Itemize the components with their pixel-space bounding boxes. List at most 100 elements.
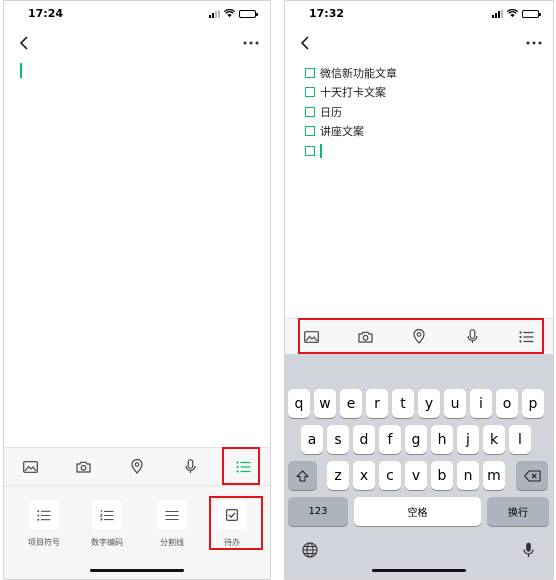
- nav-bar: [285, 31, 553, 55]
- location-button[interactable]: [401, 321, 437, 353]
- list-format-button[interactable]: [508, 321, 544, 353]
- signal-icon: [209, 9, 220, 18]
- left-phone-screen: 17:24 项目符号 数字编码 分割线 待办: [3, 0, 271, 580]
- todo-checkbox[interactable]: [305, 145, 315, 156]
- return-key[interactable]: 换行: [487, 497, 549, 526]
- status-bar: 17:32: [285, 1, 553, 29]
- key-m[interactable]: m: [483, 461, 505, 490]
- todo-item[interactable]: 讲座文案: [305, 122, 397, 142]
- numbers-key[interactable]: 123: [288, 497, 348, 526]
- editor-toolbar: [4, 447, 270, 485]
- more-options-button[interactable]: [523, 33, 545, 53]
- microphone-icon: [522, 542, 534, 557]
- key-v[interactable]: v: [405, 461, 427, 490]
- camera-button[interactable]: [66, 451, 102, 483]
- todo-item-new[interactable]: [305, 141, 397, 161]
- bullet-list-icon: [37, 509, 51, 521]
- format-label: 数字编码: [91, 538, 123, 547]
- camera-button[interactable]: [347, 321, 383, 353]
- todo-text[interactable]: 讲座文案: [320, 123, 364, 139]
- back-button[interactable]: [295, 33, 315, 53]
- key-a[interactable]: a: [301, 425, 323, 454]
- status-time: 17:24: [28, 7, 64, 20]
- language-switch-button[interactable]: [301, 541, 319, 559]
- todo-text[interactable]: 日历: [320, 104, 342, 120]
- space-key[interactable]: 空格: [354, 497, 481, 526]
- status-icons: [209, 9, 258, 18]
- key-g[interactable]: g: [405, 425, 427, 454]
- text-cursor: [320, 143, 322, 158]
- insert-image-button[interactable]: [294, 321, 330, 353]
- key-j[interactable]: j: [457, 425, 479, 454]
- shift-key[interactable]: [288, 461, 317, 490]
- key-r[interactable]: r: [366, 389, 388, 418]
- key-c[interactable]: c: [379, 461, 401, 490]
- key-s[interactable]: s: [327, 425, 349, 454]
- location-button[interactable]: [119, 451, 155, 483]
- format-option-bullets[interactable]: 项目符号: [16, 500, 72, 548]
- more-options-button[interactable]: [240, 33, 262, 53]
- editor-toolbar: [285, 318, 553, 354]
- keyboard: q w e r t y u i o p a s d f g h j k l z …: [285, 354, 553, 579]
- todo-item[interactable]: 日历: [305, 102, 397, 122]
- backspace-icon: [523, 469, 541, 482]
- format-label: 分割线: [160, 538, 184, 547]
- key-t[interactable]: t: [392, 389, 414, 418]
- key-l[interactable]: l: [509, 425, 531, 454]
- microphone-icon: [467, 329, 478, 343]
- status-time: 17:32: [309, 7, 345, 20]
- todo-checkbox[interactable]: [305, 67, 315, 78]
- format-option-divider[interactable]: 分割线: [144, 500, 200, 548]
- key-e[interactable]: e: [340, 389, 362, 418]
- voice-input-button[interactable]: [455, 321, 491, 353]
- format-option-numbers[interactable]: 数字编码: [79, 500, 135, 548]
- key-d[interactable]: d: [353, 425, 375, 454]
- todo-item[interactable]: 十天打卡文案: [305, 83, 397, 103]
- camera-icon: [358, 331, 373, 343]
- key-o[interactable]: o: [496, 389, 518, 418]
- format-tile: [29, 500, 59, 530]
- ellipsis-icon: [526, 41, 542, 45]
- todo-list: 微信新功能文章 十天打卡文案 日历 讲座文案: [305, 63, 397, 161]
- todo-text[interactable]: 微信新功能文章: [320, 65, 397, 81]
- key-q[interactable]: q: [288, 389, 310, 418]
- key-f[interactable]: f: [379, 425, 401, 454]
- key-p[interactable]: p: [522, 389, 544, 418]
- todo-text[interactable]: 十天打卡文案: [320, 84, 386, 100]
- todo-checkbox[interactable]: [305, 106, 315, 117]
- format-panel: 项目符号 数字编码 分割线 待办: [4, 485, 270, 579]
- key-x[interactable]: x: [353, 461, 375, 490]
- image-icon: [23, 460, 38, 473]
- chevron-left-icon: [19, 36, 28, 50]
- list-format-button[interactable]: [225, 451, 261, 483]
- key-u[interactable]: u: [444, 389, 466, 418]
- battery-icon: [522, 9, 541, 18]
- todo-checkbox[interactable]: [305, 87, 315, 98]
- voice-input-button[interactable]: [172, 451, 208, 483]
- battery-icon: [239, 9, 258, 18]
- format-tile: [92, 500, 122, 530]
- key-y[interactable]: y: [418, 389, 440, 418]
- key-b[interactable]: b: [431, 461, 453, 490]
- dictation-button[interactable]: [519, 541, 537, 559]
- key-k[interactable]: k: [483, 425, 505, 454]
- key-w[interactable]: w: [314, 389, 336, 418]
- bullet-list-icon: [519, 330, 534, 343]
- key-i[interactable]: i: [470, 389, 492, 418]
- key-n[interactable]: n: [457, 461, 479, 490]
- delete-key[interactable]: [516, 461, 548, 490]
- chevron-left-icon: [300, 36, 309, 50]
- right-phone-screen: 17:32 微信新功能文章 十天打卡文案 日历 讲座文案 q w e r t y…: [284, 0, 554, 580]
- insert-image-button[interactable]: [13, 451, 49, 483]
- format-option-todo[interactable]: 待办: [204, 500, 260, 548]
- microphone-icon: [185, 459, 196, 473]
- wifi-icon: [224, 9, 235, 18]
- shift-arrow-icon: [296, 469, 309, 482]
- text-cursor: [20, 63, 22, 78]
- key-h[interactable]: h: [431, 425, 453, 454]
- key-z[interactable]: z: [327, 461, 349, 490]
- todo-item[interactable]: 微信新功能文章: [305, 63, 397, 83]
- back-button[interactable]: [14, 33, 34, 53]
- format-tile: [157, 500, 187, 530]
- todo-checkbox[interactable]: [305, 126, 315, 137]
